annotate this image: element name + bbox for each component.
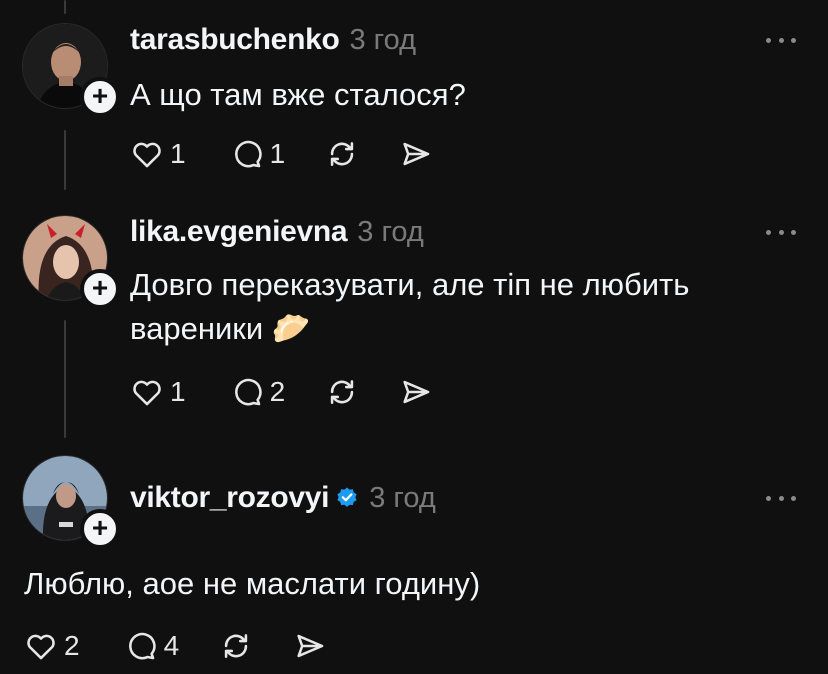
- share-button[interactable]: [399, 137, 433, 171]
- like-button[interactable]: 1: [130, 137, 186, 171]
- more-icon[interactable]: [766, 227, 796, 237]
- share-icon: [297, 634, 324, 658]
- reply-post[interactable]: + viktor_rozovyi 3 год Люблю, аое не мас…: [0, 450, 828, 674]
- dumpling-emoji: 🥟: [271, 311, 311, 346]
- username[interactable]: tarasbuchenko: [130, 23, 340, 57]
- plus-icon: +: [91, 272, 109, 303]
- reply-post[interactable]: + lika.evgenievna 3 год Довго переказува…: [0, 200, 828, 450]
- share-icon: [403, 142, 430, 166]
- avatar[interactable]: +: [22, 455, 120, 549]
- follow-button[interactable]: +: [80, 269, 120, 309]
- thread-line: [64, 320, 66, 438]
- timestamp: 3 год: [369, 481, 436, 514]
- comment-icon: [234, 378, 262, 406]
- more-icon[interactable]: [766, 35, 796, 45]
- reply-button[interactable]: 2: [230, 375, 286, 409]
- heart-icon: [133, 380, 161, 406]
- share-icon: [403, 380, 430, 404]
- share-button[interactable]: [399, 375, 433, 409]
- post-text-line: вареники: [130, 311, 264, 346]
- verified-icon: [337, 487, 357, 507]
- avatar[interactable]: +: [22, 215, 120, 309]
- more-icon[interactable]: [766, 493, 796, 503]
- plus-icon: +: [91, 80, 109, 111]
- post-text-line: Довго переказувати, але тіп не любить: [130, 267, 690, 302]
- reply-button[interactable]: 4: [124, 629, 180, 663]
- timestamp: 3 год: [357, 215, 424, 248]
- follow-button[interactable]: +: [80, 77, 120, 117]
- repost-icon: [330, 380, 354, 404]
- timestamp: 3 год: [349, 23, 417, 56]
- share-button[interactable]: [293, 629, 327, 663]
- repost-button[interactable]: [325, 137, 359, 171]
- post-text: А що там вже сталося?: [130, 77, 466, 112]
- like-button[interactable]: 2: [24, 629, 80, 663]
- repost-icon: [224, 634, 248, 658]
- post-text: Довго переказувати, але тіп не любить ва…: [130, 263, 689, 351]
- repost-button[interactable]: [325, 375, 359, 409]
- heart-icon: [133, 142, 161, 168]
- heart-icon: [27, 634, 55, 660]
- post-text: Люблю, аое не маслати годину): [24, 566, 481, 601]
- plus-icon: +: [91, 512, 109, 543]
- reply-count: 4: [163, 630, 180, 661]
- reply-count: 2: [269, 376, 286, 407]
- repost-button[interactable]: [219, 629, 253, 663]
- avatar[interactable]: +: [22, 23, 120, 117]
- reply-count: 1: [269, 138, 286, 169]
- repost-icon: [330, 142, 354, 166]
- like-count: 1: [170, 376, 186, 407]
- reply-button[interactable]: 1: [230, 137, 286, 171]
- username[interactable]: viktor_rozovyi: [130, 481, 330, 515]
- like-count: 2: [64, 630, 80, 661]
- follow-button[interactable]: +: [80, 509, 120, 549]
- username[interactable]: lika.evgenievna: [130, 215, 348, 249]
- like-button[interactable]: 1: [130, 375, 186, 409]
- comment-icon: [128, 632, 156, 660]
- like-count: 1: [170, 138, 186, 169]
- comment-icon: [234, 140, 262, 168]
- reply-post[interactable]: + tarasbuchenko 3 год А що там вже стало…: [0, 0, 828, 200]
- thread-line: [64, 130, 66, 190]
